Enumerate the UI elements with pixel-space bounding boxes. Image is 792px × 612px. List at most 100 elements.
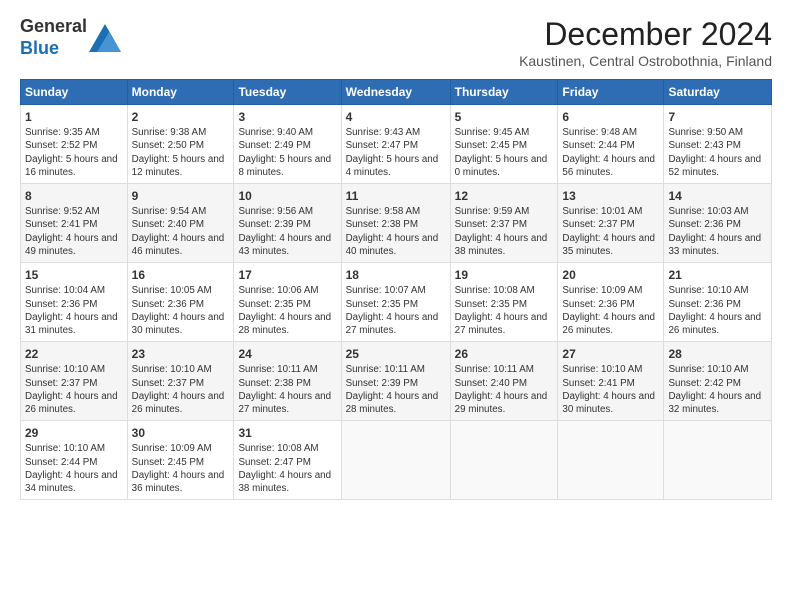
day-number: 7 xyxy=(668,109,767,125)
weekday-header: Thursday xyxy=(450,80,558,105)
calendar-cell xyxy=(664,421,772,500)
weekday-row: SundayMondayTuesdayWednesdayThursdayFrid… xyxy=(21,80,772,105)
page-container: General Blue December 2024 Kaustinen, Ce… xyxy=(0,0,792,510)
calendar-cell: 28Sunrise: 10:10 AMSunset: 2:42 PMDaylig… xyxy=(664,342,772,421)
day-content: Sunrise: 10:10 AMSunset: 2:37 PMDaylight… xyxy=(25,363,123,416)
logo-general: General xyxy=(20,16,87,36)
calendar-cell: 5Sunrise: 9:45 AMSunset: 2:45 PMDaylight… xyxy=(450,105,558,184)
day-content: Sunrise: 10:09 AMSunset: 2:36 PMDaylight… xyxy=(562,284,659,337)
calendar-cell: 6Sunrise: 9:48 AMSunset: 2:44 PMDaylight… xyxy=(558,105,664,184)
day-number: 27 xyxy=(562,346,659,362)
day-content: Sunrise: 10:10 AMSunset: 2:44 PMDaylight… xyxy=(25,442,123,495)
day-content: Sunrise: 10:11 AMSunset: 2:39 PMDaylight… xyxy=(346,363,446,416)
day-number: 14 xyxy=(668,188,767,204)
day-content: Sunrise: 10:07 AMSunset: 2:35 PMDaylight… xyxy=(346,284,446,337)
calendar-cell xyxy=(558,421,664,500)
day-content: Sunrise: 9:38 AMSunset: 2:50 PMDaylight:… xyxy=(132,126,230,179)
day-content: Sunrise: 10:09 AMSunset: 2:45 PMDaylight… xyxy=(132,442,230,495)
weekday-header: Saturday xyxy=(664,80,772,105)
day-content: Sunrise: 10:03 AMSunset: 2:36 PMDaylight… xyxy=(668,205,767,258)
day-number: 1 xyxy=(25,109,123,125)
calendar-cell: 21Sunrise: 10:10 AMSunset: 2:36 PMDaylig… xyxy=(664,263,772,342)
day-content: Sunrise: 10:04 AMSunset: 2:36 PMDaylight… xyxy=(25,284,123,337)
calendar-cell: 3Sunrise: 9:40 AMSunset: 2:49 PMDaylight… xyxy=(234,105,341,184)
calendar-cell: 9Sunrise: 9:54 AMSunset: 2:40 PMDaylight… xyxy=(127,184,234,263)
day-number: 6 xyxy=(562,109,659,125)
weekday-header: Wednesday xyxy=(341,80,450,105)
day-content: Sunrise: 9:40 AMSunset: 2:49 PMDaylight:… xyxy=(238,126,336,179)
day-number: 3 xyxy=(238,109,336,125)
day-number: 5 xyxy=(455,109,554,125)
calendar-cell: 2Sunrise: 9:38 AMSunset: 2:50 PMDaylight… xyxy=(127,105,234,184)
day-content: Sunrise: 9:58 AMSunset: 2:38 PMDaylight:… xyxy=(346,205,446,258)
day-number: 29 xyxy=(25,425,123,441)
calendar-cell xyxy=(341,421,450,500)
day-content: Sunrise: 10:08 AMSunset: 2:35 PMDaylight… xyxy=(455,284,554,337)
day-content: Sunrise: 10:10 AMSunset: 2:42 PMDaylight… xyxy=(668,363,767,416)
day-content: Sunrise: 9:48 AMSunset: 2:44 PMDaylight:… xyxy=(562,126,659,179)
calendar-cell: 19Sunrise: 10:08 AMSunset: 2:35 PMDaylig… xyxy=(450,263,558,342)
day-number: 16 xyxy=(132,267,230,283)
day-content: Sunrise: 10:06 AMSunset: 2:35 PMDaylight… xyxy=(238,284,336,337)
calendar-cell: 26Sunrise: 10:11 AMSunset: 2:40 PMDaylig… xyxy=(450,342,558,421)
calendar-cell: 27Sunrise: 10:10 AMSunset: 2:41 PMDaylig… xyxy=(558,342,664,421)
calendar-week-row: 8Sunrise: 9:52 AMSunset: 2:41 PMDaylight… xyxy=(21,184,772,263)
day-number: 21 xyxy=(668,267,767,283)
weekday-header: Tuesday xyxy=(234,80,341,105)
main-title: December 2024 xyxy=(519,16,772,53)
day-content: Sunrise: 10:10 AMSunset: 2:36 PMDaylight… xyxy=(668,284,767,337)
calendar-cell: 13Sunrise: 10:01 AMSunset: 2:37 PMDaylig… xyxy=(558,184,664,263)
day-content: Sunrise: 10:10 AMSunset: 2:41 PMDaylight… xyxy=(562,363,659,416)
logo: General Blue xyxy=(20,16,121,59)
day-number: 22 xyxy=(25,346,123,362)
day-number: 15 xyxy=(25,267,123,283)
calendar-cell: 16Sunrise: 10:05 AMSunset: 2:36 PMDaylig… xyxy=(127,263,234,342)
day-number: 23 xyxy=(132,346,230,362)
calendar-week-row: 1Sunrise: 9:35 AMSunset: 2:52 PMDaylight… xyxy=(21,105,772,184)
day-content: Sunrise: 9:52 AMSunset: 2:41 PMDaylight:… xyxy=(25,205,123,258)
calendar-cell: 12Sunrise: 9:59 AMSunset: 2:37 PMDayligh… xyxy=(450,184,558,263)
subtitle: Kaustinen, Central Ostrobothnia, Finland xyxy=(519,53,772,69)
day-number: 9 xyxy=(132,188,230,204)
calendar-cell: 11Sunrise: 9:58 AMSunset: 2:38 PMDayligh… xyxy=(341,184,450,263)
calendar-week-row: 15Sunrise: 10:04 AMSunset: 2:36 PMDaylig… xyxy=(21,263,772,342)
calendar-cell: 25Sunrise: 10:11 AMSunset: 2:39 PMDaylig… xyxy=(341,342,450,421)
day-content: Sunrise: 10:05 AMSunset: 2:36 PMDaylight… xyxy=(132,284,230,337)
day-content: Sunrise: 10:01 AMSunset: 2:37 PMDaylight… xyxy=(562,205,659,258)
calendar-cell: 1Sunrise: 9:35 AMSunset: 2:52 PMDaylight… xyxy=(21,105,128,184)
day-number: 4 xyxy=(346,109,446,125)
calendar-header: SundayMondayTuesdayWednesdayThursdayFrid… xyxy=(21,80,772,105)
day-number: 24 xyxy=(238,346,336,362)
calendar-cell: 8Sunrise: 9:52 AMSunset: 2:41 PMDaylight… xyxy=(21,184,128,263)
day-content: Sunrise: 9:35 AMSunset: 2:52 PMDaylight:… xyxy=(25,126,123,179)
day-number: 13 xyxy=(562,188,659,204)
calendar-week-row: 29Sunrise: 10:10 AMSunset: 2:44 PMDaylig… xyxy=(21,421,772,500)
calendar-cell: 31Sunrise: 10:08 AMSunset: 2:47 PMDaylig… xyxy=(234,421,341,500)
day-number: 11 xyxy=(346,188,446,204)
day-number: 17 xyxy=(238,267,336,283)
calendar-cell: 30Sunrise: 10:09 AMSunset: 2:45 PMDaylig… xyxy=(127,421,234,500)
title-block: December 2024 Kaustinen, Central Ostrobo… xyxy=(519,16,772,69)
day-number: 18 xyxy=(346,267,446,283)
day-number: 28 xyxy=(668,346,767,362)
calendar-cell: 14Sunrise: 10:03 AMSunset: 2:36 PMDaylig… xyxy=(664,184,772,263)
calendar-cell: 24Sunrise: 10:11 AMSunset: 2:38 PMDaylig… xyxy=(234,342,341,421)
day-number: 12 xyxy=(455,188,554,204)
logo-icon xyxy=(89,24,121,52)
calendar-cell: 29Sunrise: 10:10 AMSunset: 2:44 PMDaylig… xyxy=(21,421,128,500)
day-content: Sunrise: 9:59 AMSunset: 2:37 PMDaylight:… xyxy=(455,205,554,258)
logo-blue: Blue xyxy=(20,38,59,58)
weekday-header: Friday xyxy=(558,80,664,105)
day-content: Sunrise: 9:43 AMSunset: 2:47 PMDaylight:… xyxy=(346,126,446,179)
day-content: Sunrise: 10:08 AMSunset: 2:47 PMDaylight… xyxy=(238,442,336,495)
day-number: 20 xyxy=(562,267,659,283)
day-content: Sunrise: 10:11 AMSunset: 2:40 PMDaylight… xyxy=(455,363,554,416)
weekday-header: Monday xyxy=(127,80,234,105)
day-content: Sunrise: 10:11 AMSunset: 2:38 PMDaylight… xyxy=(238,363,336,416)
calendar-cell: 4Sunrise: 9:43 AMSunset: 2:47 PMDaylight… xyxy=(341,105,450,184)
day-content: Sunrise: 9:45 AMSunset: 2:45 PMDaylight:… xyxy=(455,126,554,179)
day-content: Sunrise: 9:56 AMSunset: 2:39 PMDaylight:… xyxy=(238,205,336,258)
day-number: 19 xyxy=(455,267,554,283)
calendar-cell: 23Sunrise: 10:10 AMSunset: 2:37 PMDaylig… xyxy=(127,342,234,421)
day-number: 31 xyxy=(238,425,336,441)
